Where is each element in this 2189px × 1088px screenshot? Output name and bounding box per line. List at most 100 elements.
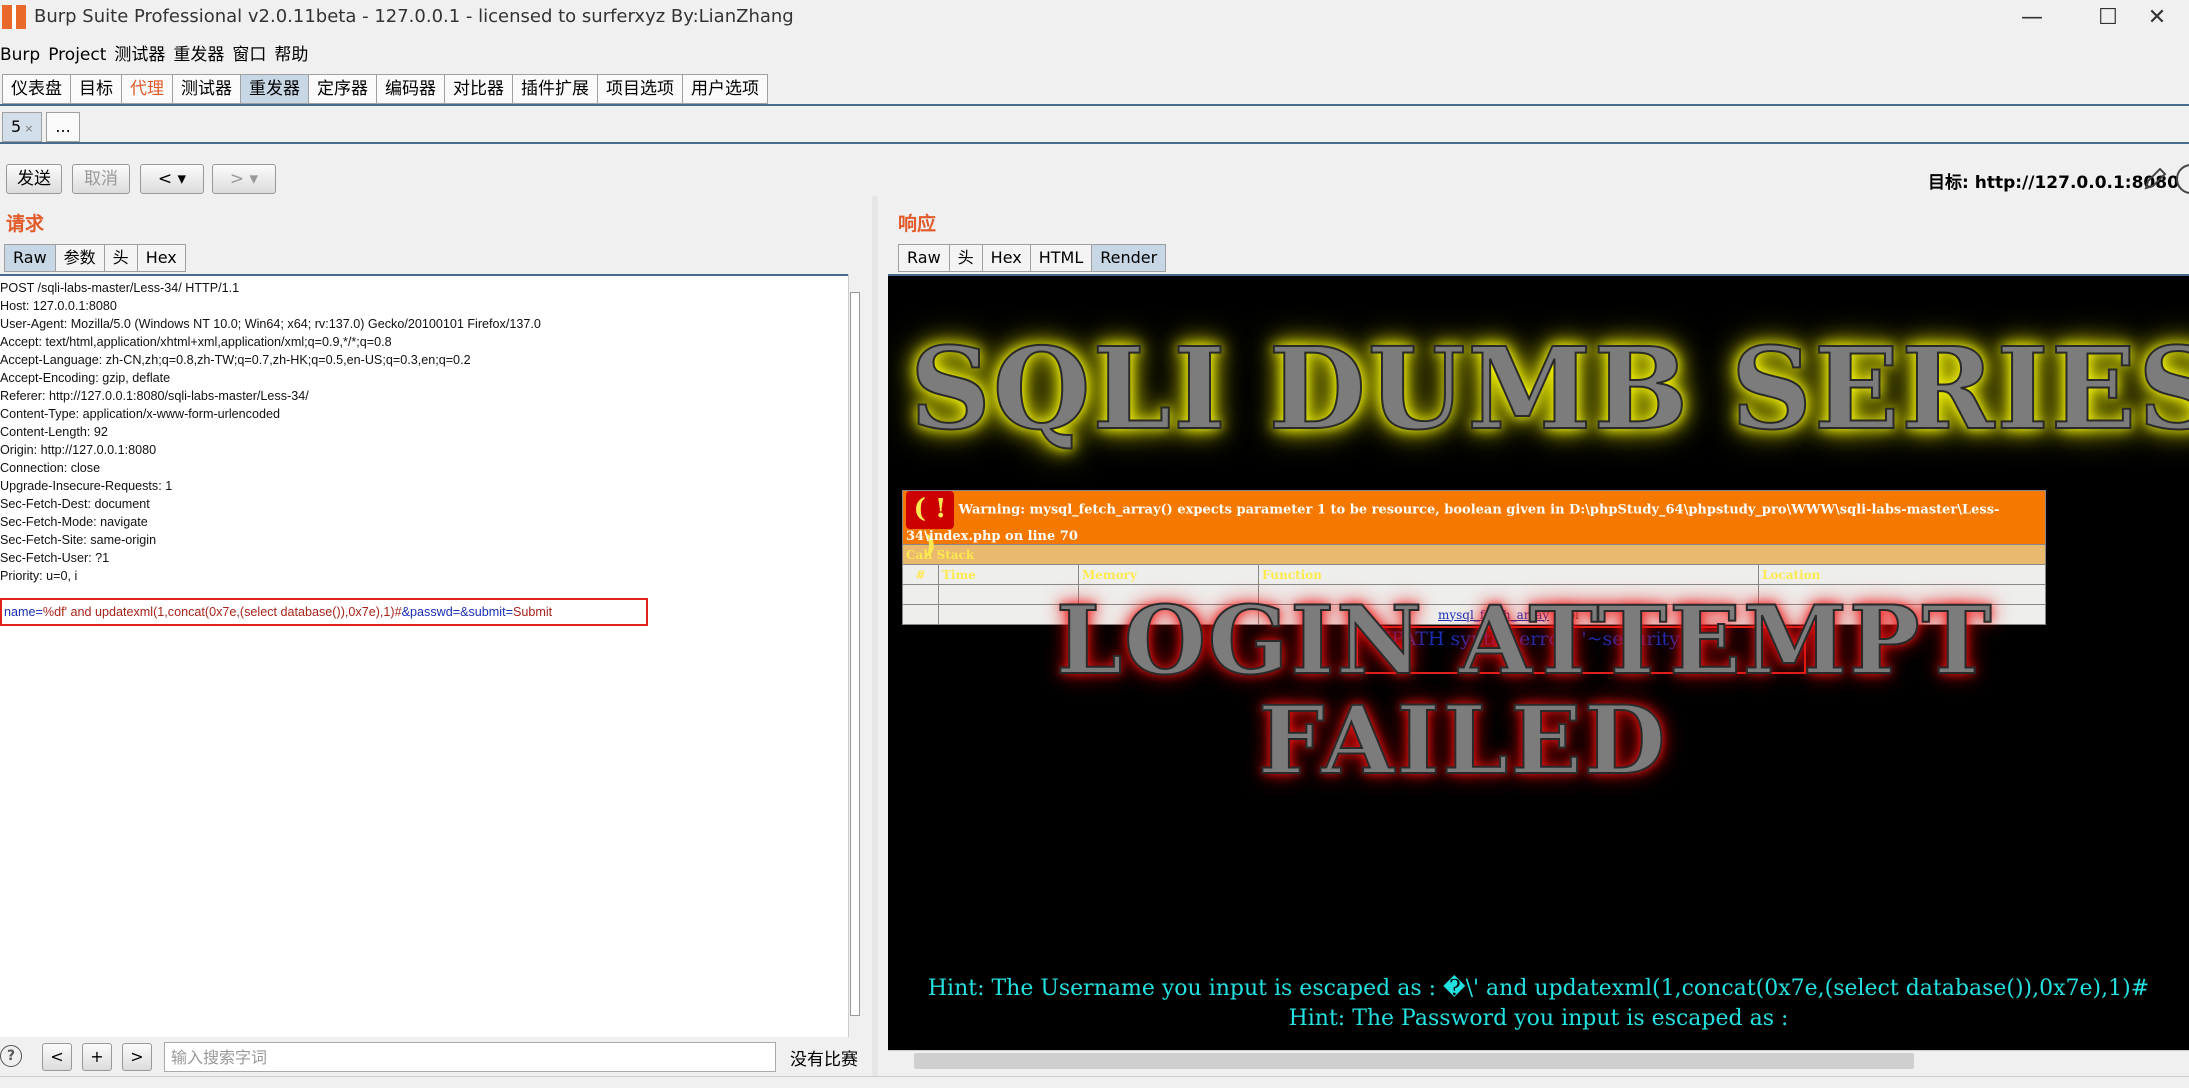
request-line: User-Agent: Mozilla/5.0 (Windows NT 10.0… — [0, 317, 541, 331]
request-tab-raw[interactable]: Raw — [4, 244, 55, 272]
request-tab-params[interactable]: 参数 — [54, 244, 104, 272]
param-name: passwd — [410, 605, 453, 619]
chevron-down-icon: ▾ — [177, 169, 187, 189]
burp-app-icon — [2, 5, 26, 29]
menu-burp[interactable]: Burp — [0, 45, 40, 65]
help-icon[interactable]: ? — [0, 1045, 22, 1067]
param-value: Submit — [512, 605, 553, 619]
username-hint: Hint: The Username you input is escaped … — [927, 976, 2150, 1001]
request-line: Priority: u=0, i — [0, 569, 78, 583]
search-status: 没有比赛 — [790, 1050, 858, 1070]
tab-dashboard[interactable]: 仪表盘 — [2, 74, 70, 104]
warning-icon: ( ! ) — [906, 491, 954, 560]
col-function: Function — [1258, 564, 1759, 585]
request-line: Referer: http://127.0.0.1:8080/sqli-labs… — [0, 389, 309, 403]
menu-bar: Burp Project 测试器 重发器 窗口 帮助 — [0, 40, 316, 68]
param-separator: & — [401, 605, 411, 619]
col-location: Location — [1758, 564, 2046, 585]
menu-project[interactable]: Project — [48, 45, 106, 65]
edit-target-icon[interactable] — [2142, 166, 2168, 192]
col-time: Time — [938, 564, 1079, 585]
rendered-response: SQLI DUMB SERIES ( ! ) Warning: mysql_fe… — [888, 274, 2189, 1050]
cancel-button[interactable]: 取消 — [72, 164, 130, 194]
warning-row: ( ! ) Warning: mysql_fetch_array() expec… — [902, 490, 2046, 560]
window-title: Burp Suite Professional v2.0.11beta - 12… — [34, 6, 794, 27]
request-line: Sec-Fetch-User: ?1 — [0, 551, 110, 565]
param-equals: = — [452, 605, 461, 619]
request-tab-headers[interactable]: 头 — [103, 244, 137, 272]
response-tab-headers[interactable]: 头 — [948, 244, 982, 272]
request-line: Host: 127.0.0.1:8080 — [0, 299, 117, 313]
tab-target[interactable]: 目标 — [70, 74, 121, 104]
new-repeater-tab[interactable]: ... — [46, 112, 80, 142]
render-scroll-thumb[interactable] — [914, 1053, 1914, 1069]
sqli-banner: SQLI DUMB SERIES — [909, 323, 2189, 456]
request-line: Origin: http://127.0.0.1:8080 — [0, 443, 157, 457]
close-tab-icon[interactable]: × — [24, 122, 33, 135]
tab-user-options[interactable]: 用户选项 — [682, 74, 768, 104]
search-add-button[interactable]: + — [82, 1043, 112, 1071]
request-line: Sec-Fetch-Mode: navigate — [0, 515, 148, 529]
response-tab-hex[interactable]: Hex — [981, 244, 1030, 272]
request-editor[interactable]: POST /sqli-labs-master/Less-34/ HTTP/1.1… — [0, 274, 848, 1037]
param-equals: = — [35, 605, 43, 619]
history-forward-button[interactable]: > ▾ — [212, 164, 276, 194]
request-line: Accept-Language: zh-CN,zh;q=0.8,zh-TW;q=… — [0, 353, 471, 367]
tab-sequencer[interactable]: 定序器 — [308, 74, 376, 104]
status-bar — [0, 1076, 2189, 1088]
search-next-button[interactable]: > — [122, 1043, 152, 1071]
tab-proxy[interactable]: 代理 — [121, 74, 172, 104]
param-value: %df' and updatexml(1,concat(0x7e,(select… — [42, 605, 402, 619]
request-line: Content-Length: 92 — [0, 425, 108, 439]
tool-tabs: 仪表盘 目标 代理 测试器 重发器 定序器 编码器 对比器 插件扩展 项目选项 … — [2, 74, 768, 104]
tab-decoder[interactable]: 编码器 — [376, 74, 444, 104]
password-hint: Hint: The Password you input is escaped … — [1288, 1006, 1789, 1031]
tab-extender[interactable]: 插件扩展 — [512, 74, 597, 104]
tab-intruder[interactable]: 测试器 — [172, 74, 240, 104]
forward-arrow-icon: > — [229, 169, 245, 189]
request-headers: POST /sqli-labs-master/Less-34/ HTTP/1.1… — [0, 279, 541, 585]
col-index: # — [902, 564, 939, 585]
request-body-highlight: name=%df' and updatexml(1,concat(0x7e,(s… — [0, 598, 648, 626]
close-button[interactable]: ✕ — [2125, 0, 2189, 36]
request-line: Upgrade-Insecure-Requests: 1 — [0, 479, 173, 493]
response-tab-html[interactable]: HTML — [1029, 244, 1092, 272]
pane-splitter[interactable] — [872, 196, 878, 1076]
response-tab-render[interactable]: Render — [1091, 244, 1167, 272]
search-input[interactable] — [164, 1042, 776, 1072]
tab-divider — [0, 104, 2189, 106]
request-line: Sec-Fetch-Site: same-origin — [0, 533, 157, 547]
request-scroll-thumb[interactable] — [850, 292, 860, 1016]
response-tabs: Raw 头 Hex HTML Render — [898, 244, 1167, 272]
param-name: submit — [468, 605, 506, 619]
menu-help[interactable]: 帮助 — [274, 40, 308, 65]
cell-index — [902, 604, 939, 625]
call-stack-header: Call Stack — [902, 544, 2046, 565]
request-line: Content-Type: application/x-www-form-url… — [0, 407, 280, 421]
col-memory: Memory — [1078, 564, 1259, 585]
tab-comparer[interactable]: 对比器 — [444, 74, 512, 104]
tab-repeater[interactable]: 重发器 — [240, 74, 308, 104]
menu-repeater[interactable]: 重发器 — [173, 40, 224, 65]
param-equals: = — [505, 605, 513, 619]
cell-index — [902, 584, 939, 605]
request-line: Sec-Fetch-Dest: document — [0, 497, 150, 511]
menu-window[interactable]: 窗口 — [232, 40, 266, 65]
chevron-down-icon: ▾ — [249, 169, 259, 189]
response-title: 响应 — [898, 213, 937, 235]
response-tab-raw[interactable]: Raw — [898, 244, 949, 272]
back-arrow-icon: < — [157, 169, 173, 189]
minimize-button[interactable]: — — [2000, 0, 2064, 36]
request-line: Accept-Encoding: gzip, deflate — [0, 371, 171, 385]
request-title: 请求 — [6, 213, 45, 235]
tab-project-options[interactable]: 项目选项 — [597, 74, 682, 104]
request-line: Accept: text/html,application/xhtml+xml,… — [0, 335, 392, 349]
menu-intruder[interactable]: 测试器 — [114, 40, 165, 65]
repeater-tab-5[interactable]: 5 × — [2, 112, 43, 142]
request-line: POST /sqli-labs-master/Less-34/ HTTP/1.1 — [0, 281, 240, 295]
request-line: Connection: close — [0, 461, 101, 475]
request-tab-hex[interactable]: Hex — [136, 244, 186, 272]
history-back-button[interactable]: < ▾ — [140, 164, 204, 194]
search-prev-button[interactable]: < — [42, 1043, 72, 1071]
send-button[interactable]: 发送 — [6, 164, 62, 194]
